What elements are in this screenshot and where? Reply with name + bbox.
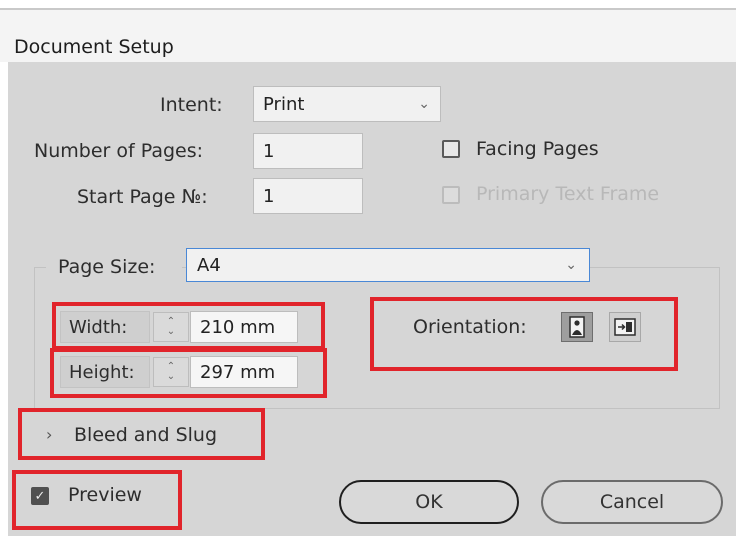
chevron-down-icon: ⌄	[418, 96, 430, 112]
facing-pages-label: Facing Pages	[476, 138, 599, 160]
width-highlight-box	[52, 302, 325, 350]
title-bar: Document Setup	[0, 10, 736, 62]
intent-value: Print	[263, 93, 305, 115]
page-size-label: Page Size:	[58, 256, 156, 278]
start-page-value: 1	[263, 185, 275, 207]
ok-button-label: OK	[415, 491, 443, 513]
cancel-button[interactable]: Cancel	[541, 480, 723, 524]
chevron-down-icon: ⌄	[565, 257, 577, 273]
primary-text-frame-label: Primary Text Frame	[476, 183, 660, 205]
page-size-value: A4	[197, 254, 221, 276]
number-of-pages-input[interactable]: 1	[253, 133, 363, 169]
dialog-title: Document Setup	[14, 36, 174, 58]
number-of-pages-value: 1	[263, 140, 275, 162]
page-size-select[interactable]: A4 ⌄	[186, 248, 590, 282]
intent-label: Intent:	[160, 94, 223, 116]
number-of-pages-label: Number of Pages:	[34, 140, 204, 162]
bleed-highlight-box	[18, 408, 265, 460]
height-highlight-box	[50, 348, 327, 398]
intent-select[interactable]: Print ⌄	[253, 86, 441, 122]
primary-text-frame-checkbox[interactable]	[442, 186, 460, 204]
facing-pages-checkbox[interactable]	[442, 140, 460, 158]
orientation-highlight-box	[370, 297, 678, 371]
start-page-input[interactable]: 1	[253, 178, 363, 214]
start-page-label: Start Page №:	[77, 186, 208, 208]
preview-highlight-box	[12, 470, 182, 530]
cancel-button-label: Cancel	[599, 491, 665, 513]
ok-button[interactable]: OK	[339, 480, 519, 524]
